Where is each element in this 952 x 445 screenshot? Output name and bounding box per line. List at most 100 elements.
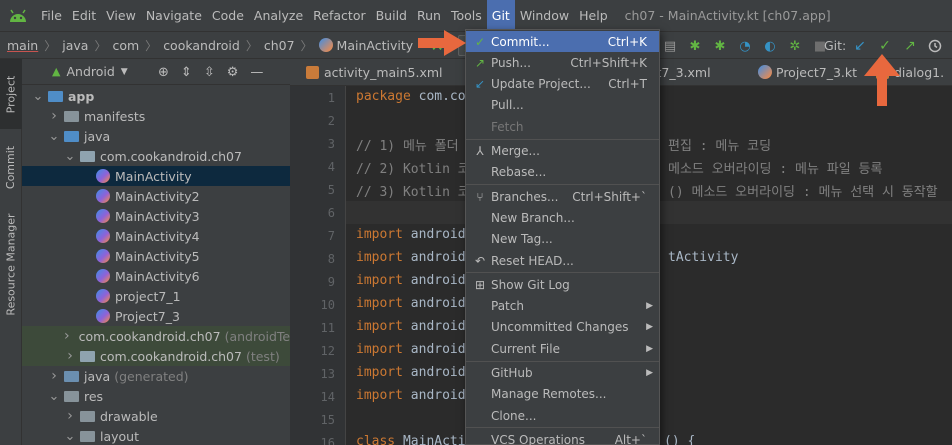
chevron-down-icon[interactable]: ⌄ [64, 149, 76, 164]
git-menu-merge[interactable]: ⅄ Merge... [466, 141, 659, 162]
git-menu-push[interactable]: ↗ Push... Ctrl+Shift+K [466, 52, 659, 73]
tree-item[interactable]: ⌄ com.cookandroid.ch07 [22, 146, 290, 166]
project-panel-header: ▲ Android ▼ ⊕ ⇕ ⇳ ⚙ — [22, 59, 290, 85]
locate-target-icon[interactable]: ⊕ [158, 65, 169, 80]
git-menu-vcs-operations[interactable]: VCS Operations Alt+` [466, 429, 659, 445]
apply-changes-icon[interactable]: ◐ [762, 38, 778, 54]
tree-item[interactable]: MainActivity2 [22, 186, 290, 206]
tree-item[interactable]: ⌄ layout [22, 426, 290, 445]
chevron-down-icon[interactable]: ⌄ [48, 129, 60, 144]
tree-item[interactable]: › drawable [22, 406, 290, 426]
git-menu-update-project[interactable]: ↙ Update Project... Ctrl+T [466, 74, 659, 95]
stripe-tab-resource-manager[interactable]: Resource Manager [0, 209, 22, 319]
chevron-right-icon[interactable]: › [64, 408, 76, 424]
editor-tab[interactable]: activity_main5.xml [298, 59, 451, 85]
chevron-down-icon[interactable]: ⌄ [32, 89, 44, 104]
code-text: android [402, 342, 466, 357]
git-history-clock-icon[interactable] [927, 38, 943, 54]
expand-all-icon[interactable]: ⇕ [181, 65, 192, 80]
chevron-right-icon[interactable]: › [64, 348, 76, 364]
hide-panel-icon[interactable]: — [250, 65, 263, 80]
git-menu-new-branch[interactable]: New Branch... [466, 207, 659, 228]
tree-item[interactable]: project7_1 [22, 286, 290, 306]
git-menu-show-git-log[interactable]: ⊞ Show Git Log [466, 274, 659, 295]
menu-help[interactable]: Help [574, 0, 613, 31]
tree-item[interactable]: Project7_3 [22, 306, 290, 326]
git-update-icon[interactable]: ↙ [852, 38, 868, 54]
git-menu-manage-remotes[interactable]: Manage Remotes... [466, 384, 659, 405]
menu-refactor[interactable]: Refactor [308, 0, 370, 31]
menu-edit[interactable]: Edit [67, 0, 101, 31]
code-keyword: import [356, 319, 403, 334]
git-commit-check-icon[interactable]: ✓ [877, 38, 893, 54]
chevron-right-icon[interactable]: › [48, 108, 60, 124]
attach-debugger-icon[interactable]: ✱ [712, 38, 728, 54]
breadcrumb-item[interactable]: ch07 [261, 38, 298, 53]
git-menu-new-tag[interactable]: New Tag... [466, 229, 659, 250]
tree-item[interactable]: › manifests [22, 106, 290, 126]
project-view-select[interactable]: ▲ Android ▼ [52, 64, 128, 79]
git-menu-clone[interactable]: Clone... [466, 405, 659, 426]
menu-view[interactable]: View [101, 0, 141, 31]
breadcrumb-separator-icon: 〉 [300, 38, 313, 53]
profiler-icon[interactable]: ▤ [662, 38, 678, 54]
chevron-right-icon[interactable]: › [48, 368, 60, 384]
stripe-tab-commit[interactable]: Commit [0, 129, 22, 205]
chevron-down-icon[interactable]: ⌄ [64, 429, 76, 444]
breadcrumb-item[interactable]: com [109, 38, 142, 53]
code-keyword: import [356, 388, 403, 403]
git-push-icon[interactable]: ↗ [902, 38, 918, 54]
git-menu-github[interactable]: GitHub ▶ [466, 363, 659, 384]
menu-item-label: Clone... [491, 408, 537, 423]
breadcrumb-item[interactable]: MainActivity [316, 38, 417, 53]
tree-item[interactable]: › java (generated) [22, 366, 290, 386]
menu-window[interactable]: Window [515, 0, 574, 31]
git-menu-rebase[interactable]: Rebase... [466, 162, 659, 183]
gear-icon[interactable]: ⚙ [227, 65, 239, 80]
git-menu-fetch[interactable]: Fetch [466, 116, 659, 137]
breadcrumb-item[interactable]: main [4, 38, 41, 53]
tree-item[interactable]: MainActivity4 [22, 226, 290, 246]
breadcrumb-item[interactable]: cookandroid [160, 38, 243, 53]
menu-item-shortcut: Ctrl+T [608, 77, 647, 92]
tree-item[interactable]: › com.cookandroid.ch07 (androidTe [22, 326, 290, 346]
git-menu-current-file[interactable]: Current File ▶ [466, 338, 659, 359]
git-menu-patch[interactable]: Patch ▶ [466, 296, 659, 317]
line-number: 12 [320, 344, 335, 358]
menu-navigate[interactable]: Navigate [141, 0, 207, 31]
chevron-right-icon[interactable]: › [64, 328, 70, 344]
menu-run[interactable]: Run [412, 0, 446, 31]
menu-file[interactable]: File [36, 0, 67, 31]
breadcrumb-item[interactable]: java [59, 38, 91, 53]
menu-analyze[interactable]: Analyze [249, 0, 308, 31]
tree-item[interactable]: MainActivity6 [22, 266, 290, 286]
git-menu-reset-head[interactable]: ↶ Reset HEAD... [466, 250, 659, 271]
menu-tools[interactable]: Tools [446, 0, 487, 31]
git-menu-pull[interactable]: Pull... [466, 95, 659, 116]
menu-item-shortcut: Ctrl+Shift+K [570, 55, 647, 70]
tree-item[interactable]: ⌄ res [22, 386, 290, 406]
stripe-tab-project[interactable]: Project [0, 59, 22, 129]
tree-item[interactable]: ⌄ app [22, 86, 290, 106]
submenu-arrow-icon: ▶ [646, 368, 653, 378]
editor-tab[interactable]: Project7_3.kt [750, 59, 865, 85]
editor-tab-label: dialog1. [894, 64, 945, 80]
git-menu-uncommitted-changes[interactable]: Uncommitted Changes ▶ [466, 317, 659, 338]
tree-item[interactable]: › com.cookandroid.ch07 (test) [22, 346, 290, 366]
chevron-down-icon[interactable]: ⌄ [48, 389, 60, 404]
menu-code[interactable]: Code [207, 0, 249, 31]
git-menu-branches[interactable]: ⑂ Branches... Ctrl+Shift+` [466, 186, 659, 207]
left-tool-stripe: Project Commit Resource Manager [0, 59, 22, 445]
git-menu-commit[interactable]: ✓ Commit... Ctrl+K [466, 31, 659, 52]
menu-git[interactable]: Git [486, 0, 515, 31]
line-number: 5 [327, 183, 335, 197]
attach-process-icon[interactable]: ✲ [787, 38, 803, 54]
tree-item[interactable]: ⌄ java [22, 126, 290, 146]
debug-icon[interactable]: ✱ [687, 38, 703, 54]
tree-item[interactable]: MainActivity5 [22, 246, 290, 266]
tree-item[interactable]: MainActivity [22, 166, 290, 186]
tree-item[interactable]: MainActivity3 [22, 206, 290, 226]
menu-build[interactable]: Build [371, 0, 412, 31]
profile-gauge-icon[interactable]: ◔ [737, 38, 753, 54]
collapse-all-icon[interactable]: ⇳ [204, 65, 215, 80]
